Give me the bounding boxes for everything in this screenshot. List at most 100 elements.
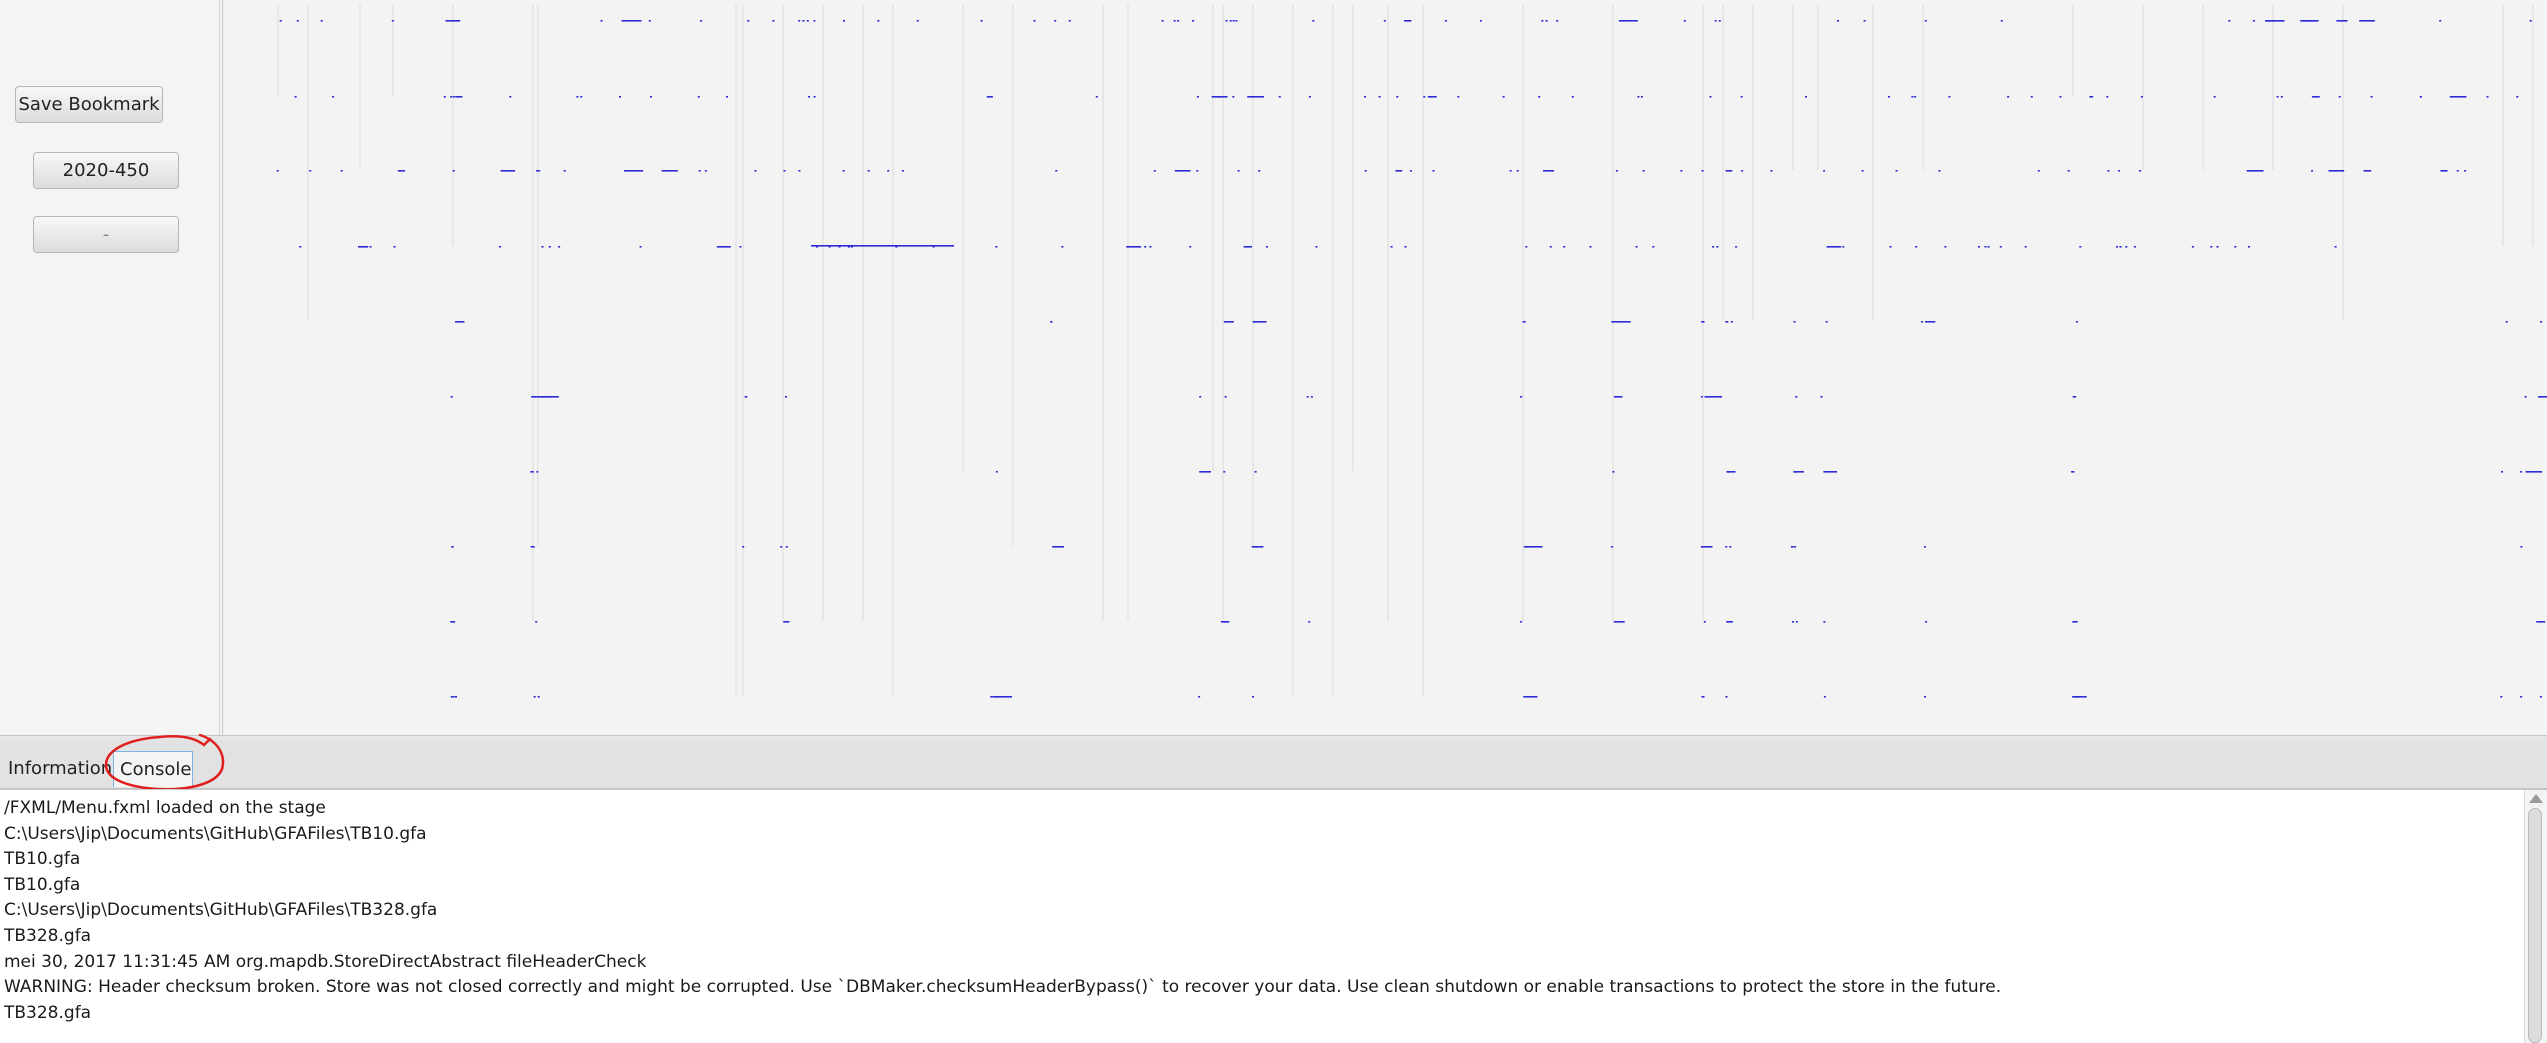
graph-node xyxy=(1700,396,1703,398)
graph-node xyxy=(2037,170,2040,172)
graph-node xyxy=(2118,170,2121,172)
graph-node xyxy=(1523,696,1538,698)
graph-node xyxy=(2311,96,2320,98)
graph-node xyxy=(1726,321,1729,323)
tab-console[interactable]: Console xyxy=(113,751,193,787)
graph-node xyxy=(600,20,603,22)
graph-node xyxy=(1925,621,1928,623)
tab-header: Information Console xyxy=(0,740,2547,789)
graph-node xyxy=(2282,20,2285,22)
scroll-up-icon[interactable] xyxy=(2529,794,2543,803)
graph-node xyxy=(1126,246,1142,248)
graph-node xyxy=(704,170,707,172)
graph-node xyxy=(1265,246,1268,248)
graph-node xyxy=(726,96,728,98)
graph-node xyxy=(391,20,394,22)
console-output[interactable]: /FXML/Menu.fxml loaded on the stage C:\Us… xyxy=(0,789,2547,1043)
graph-node xyxy=(1718,20,1721,22)
graph-node xyxy=(500,170,516,172)
graph-node xyxy=(296,20,299,22)
graph-node xyxy=(1174,170,1191,172)
graph-node xyxy=(1770,170,1773,172)
graph-node xyxy=(1149,246,1152,248)
graph-node xyxy=(877,20,880,22)
graph-node xyxy=(2520,471,2523,473)
graph-node xyxy=(1823,170,1826,172)
graph-node xyxy=(806,20,809,22)
graph-node xyxy=(2125,246,2128,248)
graph-node xyxy=(2370,96,2373,98)
graph-node xyxy=(1729,546,1732,548)
graph-node xyxy=(1396,96,1399,98)
graph-node xyxy=(842,170,845,172)
console-line: mei 30, 2017 11:31:45 AM org.mapdb.Store… xyxy=(4,951,647,972)
console-lines: /FXML/Menu.fxml loaded on the stage C:\Us… xyxy=(4,796,2517,1043)
graph-node xyxy=(1247,96,1264,98)
graph-node xyxy=(548,246,551,248)
bookmark-button-2[interactable]: - xyxy=(33,216,179,253)
save-bookmark-button[interactable]: Save Bookmark xyxy=(15,86,163,123)
graph-node xyxy=(1895,170,1898,172)
graph-node xyxy=(2501,471,2504,473)
graph-node xyxy=(1915,246,1918,248)
graph-node xyxy=(2030,96,2033,98)
scroll-thumb[interactable] xyxy=(2528,808,2542,1043)
graph-node xyxy=(1315,246,1318,248)
graph-node xyxy=(1740,96,1743,98)
graph-node xyxy=(1479,20,1482,22)
graph-node xyxy=(1253,321,1256,323)
graph-node xyxy=(698,170,701,172)
graph-node xyxy=(299,246,302,248)
graph-node xyxy=(1728,471,1731,473)
graph-node xyxy=(2536,621,2546,623)
graph-node xyxy=(1538,96,1541,98)
graph-node xyxy=(1911,96,1914,98)
graph-node xyxy=(739,246,742,248)
graph-node xyxy=(1938,170,1941,172)
graph-node xyxy=(452,696,455,698)
graph-node xyxy=(785,396,787,398)
graph-node xyxy=(2007,96,2010,98)
genome-graph-canvas[interactable] xyxy=(222,0,2547,735)
graph-node xyxy=(2486,96,2489,98)
graph-node xyxy=(1571,96,1574,98)
graph-node xyxy=(1308,96,1311,98)
graph-node xyxy=(1794,546,1797,548)
graph-node xyxy=(1243,246,1252,248)
graph-node xyxy=(2439,20,2442,22)
graph-node xyxy=(1635,246,1638,248)
graph-node xyxy=(1423,96,1426,98)
graph-node xyxy=(563,170,566,172)
graph-node xyxy=(1948,96,1951,98)
graph-node xyxy=(2449,96,2467,98)
graph-node xyxy=(538,170,541,172)
graph-node xyxy=(901,170,904,172)
graph-node xyxy=(745,396,748,398)
graph-node xyxy=(1444,20,1447,22)
tab-information[interactable]: Information xyxy=(2,751,112,787)
graph-node xyxy=(2328,170,2345,172)
graph-node xyxy=(650,96,652,98)
graph-node xyxy=(1308,621,1311,623)
graph-node xyxy=(1924,20,1927,22)
graph-node xyxy=(535,621,538,623)
graph-node xyxy=(1618,20,1638,22)
graph-node xyxy=(813,20,816,22)
graph-node xyxy=(1061,246,1064,248)
graph-node xyxy=(510,170,513,172)
console-scrollbar[interactable] xyxy=(2524,790,2547,1043)
graph-node xyxy=(1196,170,1199,172)
graph-node xyxy=(798,20,801,22)
console-line: C:\Users\Jip\Documents\GitHub\GFAFiles\T… xyxy=(4,900,438,921)
bookmark-panel: Save Bookmark 2020-450 - xyxy=(0,0,220,735)
graph-node xyxy=(2106,96,2109,98)
graph-node xyxy=(1235,20,1238,22)
console-line: TB328.gfa xyxy=(4,925,92,946)
graph-node xyxy=(1525,246,1528,248)
graph-node xyxy=(1144,246,1147,248)
graph-node xyxy=(623,170,644,172)
graph-node xyxy=(533,396,536,398)
graph-node xyxy=(1701,170,1704,172)
bookmark-button-1[interactable]: 2020-450 xyxy=(33,152,179,189)
graph-node xyxy=(2516,96,2519,98)
